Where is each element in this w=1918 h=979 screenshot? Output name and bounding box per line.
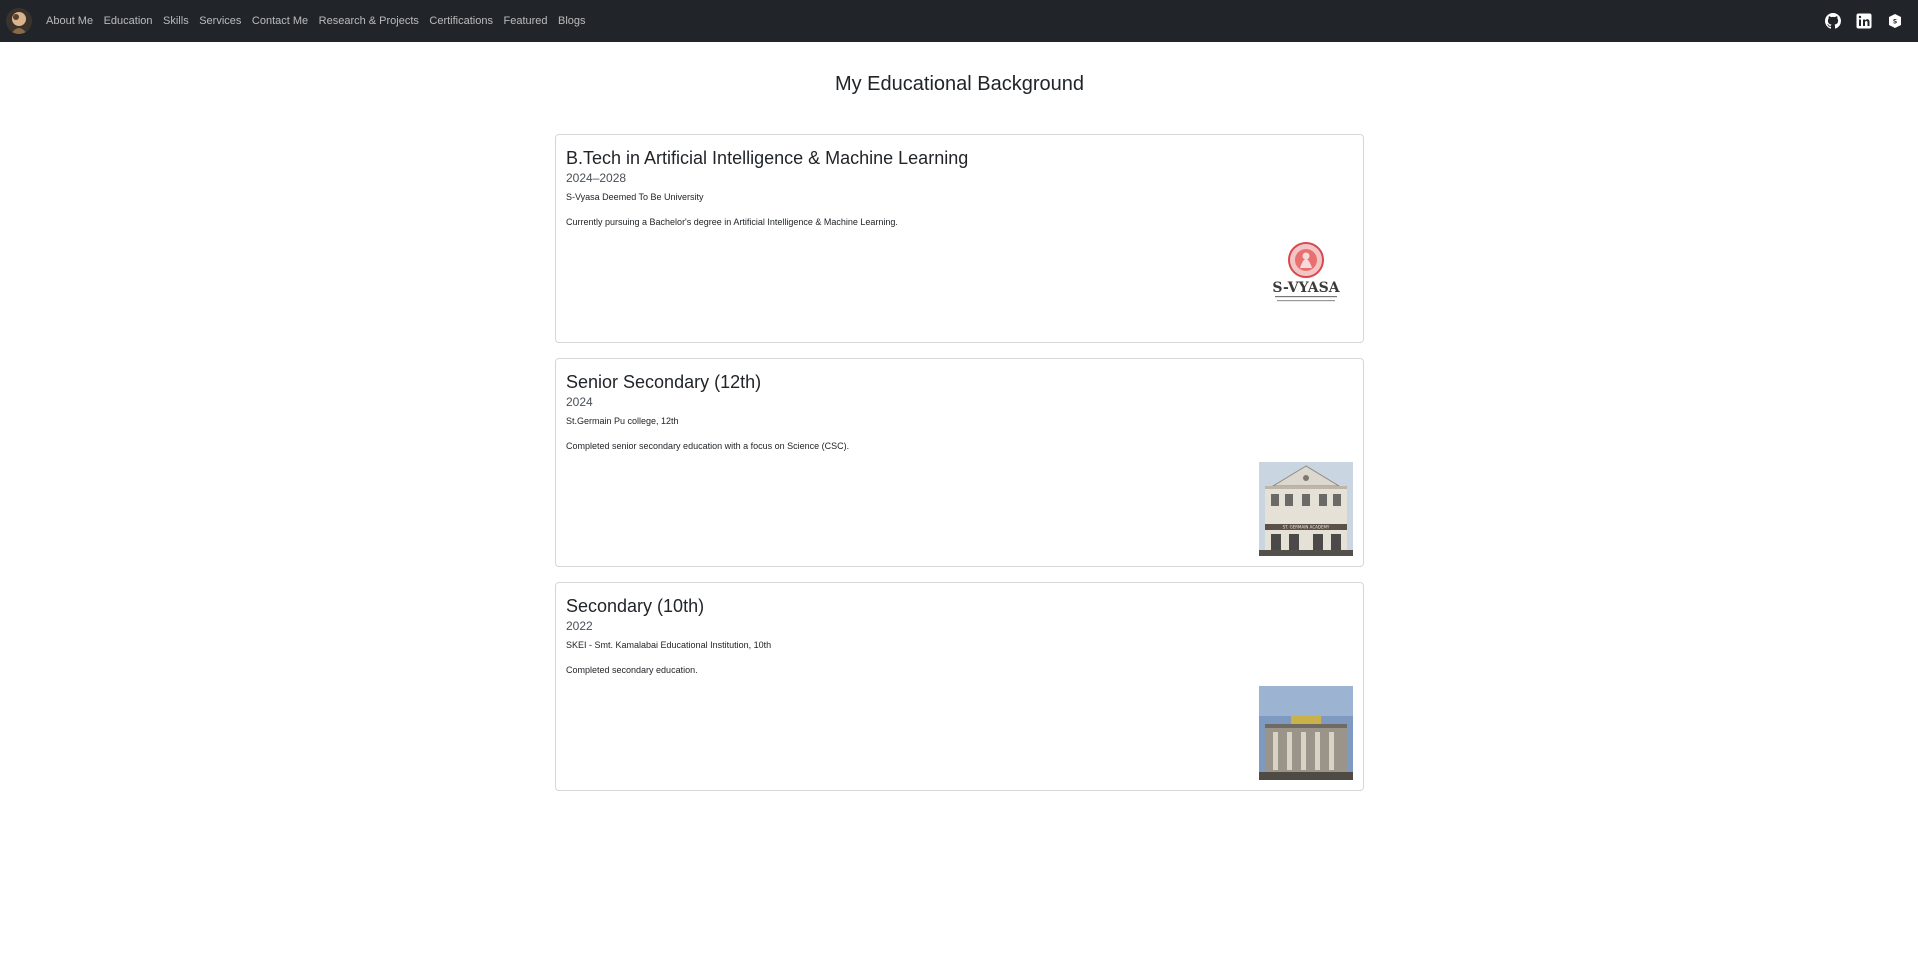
education-degree: B.Tech in Artificial Intelligence & Mach…: [566, 148, 969, 168]
nav-links: About Me Education Skills Services Conta…: [46, 15, 596, 27]
nav-link-featured[interactable]: Featured: [503, 15, 547, 27]
brand-avatar[interactable]: [6, 8, 32, 34]
github-icon[interactable]: [1825, 13, 1841, 29]
nav-link-contact-me[interactable]: Contact Me: [252, 15, 308, 27]
education-card-12th: Senior Secondary (12th) 2024 St.Germain …: [555, 358, 1364, 567]
education-institution: SKEI - Smt. Kamalabai Educational Instit…: [566, 640, 772, 650]
nav-icons: S: [1810, 0, 1918, 42]
navbar: About Me Education Skills Services Conta…: [0, 0, 1918, 42]
nav-link-about-me[interactable]: About Me: [46, 15, 93, 27]
education-years: 2022: [566, 619, 593, 633]
svg-text:S: S: [1893, 19, 1897, 26]
skei-building-photo: [1259, 686, 1353, 780]
nav-link-certifications[interactable]: Certifications: [429, 15, 493, 27]
education-institution: S-Vyasa Deemed To Be University: [566, 192, 704, 202]
nav-link-services[interactable]: Services: [199, 15, 241, 27]
education-card-btech: B.Tech in Artificial Intelligence & Mach…: [555, 134, 1364, 343]
education-institution: St.Germain Pu college, 12th: [566, 416, 679, 426]
page-title: My Educational Background: [834, 73, 1085, 95]
nav-link-skills[interactable]: Skills: [163, 15, 189, 27]
linkedin-icon[interactable]: [1856, 13, 1872, 29]
education-section: My Educational Background B.Tech in Arti…: [555, 42, 1364, 806]
education-years: 2024: [566, 395, 593, 409]
nav-link-blogs[interactable]: Blogs: [558, 15, 586, 27]
education-card-10th: Secondary (10th) 2022 SKEI - Smt. Kamala…: [555, 582, 1364, 791]
svyasa-logo: S-VYASA: [1259, 238, 1353, 332]
shield-icon[interactable]: S: [1887, 13, 1903, 29]
svg-text:ST. GERMAIN ACADEMY: ST. GERMAIN ACADEMY: [1283, 525, 1330, 530]
education-degree: Senior Secondary (12th): [566, 372, 762, 392]
education-description: Completed senior secondary education wit…: [566, 441, 850, 451]
education-years: 2024–2028: [566, 171, 627, 185]
svg-text:S-VYASA: S-VYASA: [1272, 280, 1340, 296]
education-list: B.Tech in Artificial Intelligence & Mach…: [555, 134, 1364, 791]
education-degree: Secondary (10th): [566, 596, 705, 616]
st-germain-building-photo: ST. GERMAIN ACADEMY: [1259, 462, 1353, 556]
nav-link-research-projects[interactable]: Research & Projects: [319, 15, 419, 27]
education-description: Currently pursuing a Bachelor's degree i…: [566, 217, 898, 227]
education-description: Completed secondary education.: [566, 665, 698, 675]
nav-link-education[interactable]: Education: [104, 15, 153, 27]
